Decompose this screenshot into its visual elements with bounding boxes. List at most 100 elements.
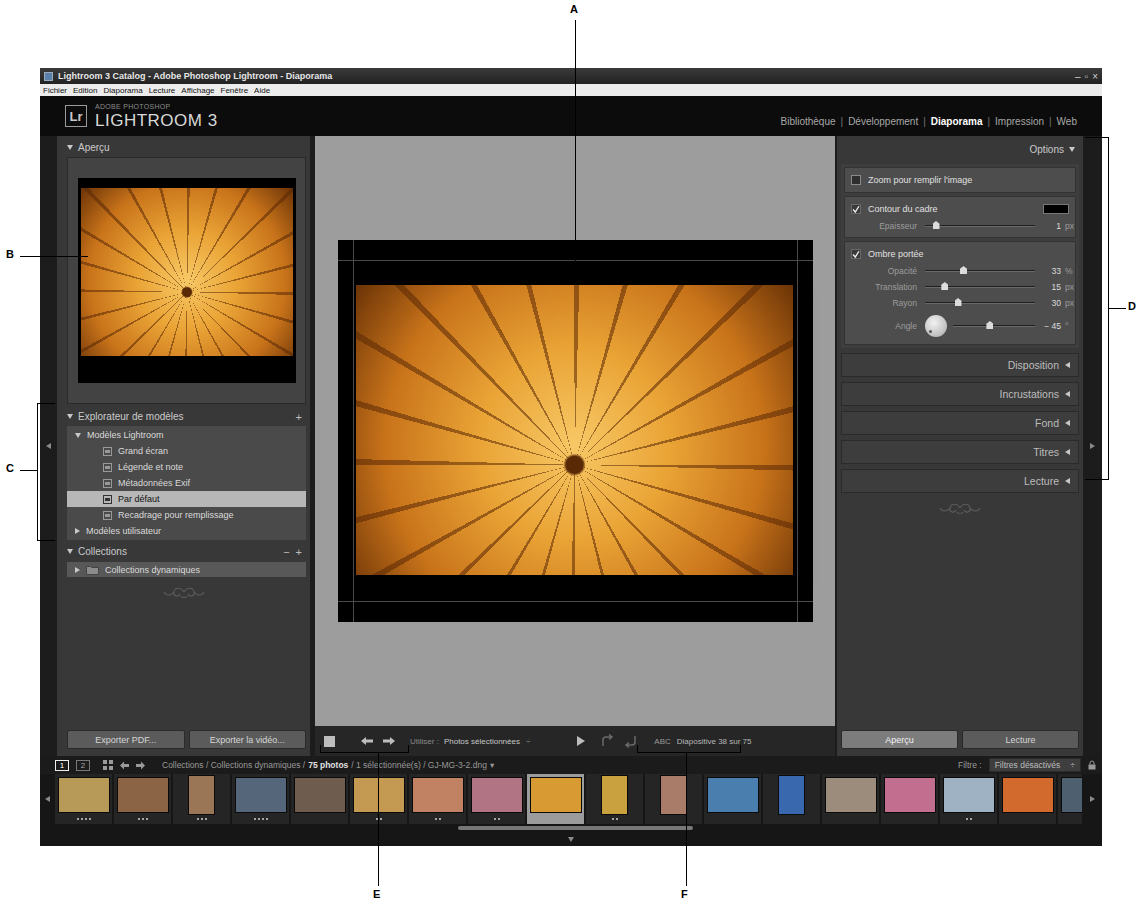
preview-header[interactable]: Aperçu <box>57 140 310 155</box>
slider-thumb[interactable] <box>933 221 940 229</box>
collapse-left-icon[interactable] <box>46 443 51 449</box>
checkbox-row[interactable]: Contour du cadre <box>851 200 1069 218</box>
menu-item[interactable]: Lecture <box>149 86 176 95</box>
thumbnail[interactable] <box>114 774 171 824</box>
template-item[interactable]: Par défaut <box>67 491 306 507</box>
slider-track[interactable] <box>925 225 1035 227</box>
thumbnail[interactable] <box>763 774 820 824</box>
menu-item[interactable]: Edition <box>73 86 97 95</box>
thumbnail[interactable] <box>940 774 997 824</box>
checkbox-row[interactable]: Ombre portée <box>851 245 1069 263</box>
add-text-button[interactable]: ABC <box>654 737 670 746</box>
thumbnail[interactable] <box>173 774 230 824</box>
menu-item[interactable]: Aide <box>254 86 270 95</box>
thumbnail[interactable] <box>55 774 112 824</box>
thumbnail[interactable] <box>645 774 702 824</box>
use-dropdown[interactable]: Photos sélectionnées÷ <box>444 737 530 746</box>
template-folder[interactable]: Modèles Lightroom <box>67 427 306 443</box>
collections-header[interactable]: Collections−+ <box>57 544 310 559</box>
collapse-right-icon[interactable] <box>1090 443 1095 449</box>
thumbnail[interactable] <box>468 774 525 824</box>
template-item[interactable]: Recadrage pour remplissage <box>67 507 306 523</box>
source-path[interactable]: Collections / Collections dynamiques /75… <box>162 760 494 770</box>
rotate-right-icon[interactable] <box>600 734 616 748</box>
color-swatch[interactable] <box>1043 204 1069 214</box>
menu-item[interactable]: Fichier <box>43 86 67 95</box>
slider-value[interactable]: 1 <box>1039 221 1061 231</box>
template-item[interactable]: Grand écran <box>67 443 306 459</box>
collapse-bottom-icon[interactable] <box>568 837 574 842</box>
section-header[interactable]: Fond <box>841 411 1079 435</box>
window-page-button[interactable]: 2 <box>76 760 90 771</box>
section-header[interactable]: Lecture <box>841 469 1079 493</box>
module-tab[interactable]: Impression <box>995 116 1044 127</box>
next-arrow-icon[interactable] <box>382 736 396 746</box>
slider-track[interactable] <box>925 286 1035 288</box>
window-control-button[interactable]: – <box>1075 71 1081 82</box>
play-icon[interactable] <box>576 735 586 747</box>
filter-dropdown[interactable]: Filtres désactivés÷ <box>989 758 1081 772</box>
module-tab[interactable]: Diaporama <box>931 116 983 127</box>
window-control-button[interactable]: ▫ <box>1085 71 1089 82</box>
slide-photo[interactable] <box>356 285 793 575</box>
thumbnail[interactable] <box>232 774 289 824</box>
angle-dial[interactable] <box>925 315 947 337</box>
window-control-button[interactable]: × <box>1092 71 1098 82</box>
checkbox[interactable] <box>851 204 861 214</box>
slider-value[interactable]: − 45 <box>1039 321 1061 331</box>
slider-thumb[interactable] <box>960 266 967 274</box>
module-tab[interactable]: Web <box>1057 116 1077 127</box>
thumbnail[interactable] <box>291 774 348 824</box>
thumbnail[interactable] <box>527 774 584 824</box>
slider-track[interactable] <box>925 302 1035 304</box>
preview-play-button[interactable]: Lecture <box>962 730 1079 749</box>
preview-play-button[interactable]: Aperçu <box>841 730 958 749</box>
stop-icon[interactable] <box>324 736 335 747</box>
rotate-left-icon[interactable] <box>622 734 638 748</box>
slider-value[interactable]: 30 <box>1039 298 1061 308</box>
thumbnail[interactable] <box>822 774 879 824</box>
section-header[interactable]: Disposition <box>841 353 1079 377</box>
template-item[interactable]: Légende et note <box>67 459 306 475</box>
section-header[interactable]: Incrustations <box>841 382 1079 406</box>
slider-thumb[interactable] <box>986 321 993 329</box>
collection-action-button[interactable]: + <box>296 546 302 558</box>
collection-set[interactable]: Collections dynamiques <box>67 562 306 577</box>
menu-item[interactable]: Diaporama <box>103 86 142 95</box>
export-button[interactable]: Exporter la vidéo... <box>189 730 307 749</box>
collection-action-button[interactable]: − <box>283 546 289 558</box>
scroll-right-icon[interactable] <box>1090 796 1095 802</box>
slider-track[interactable] <box>925 270 1035 272</box>
back-arrow-icon[interactable] <box>120 761 129 770</box>
forward-arrow-icon[interactable] <box>136 761 145 770</box>
checkbox[interactable] <box>851 249 861 259</box>
previous-arrow-icon[interactable] <box>360 736 374 746</box>
slider-value[interactable]: 15 <box>1039 282 1061 292</box>
thumbnail[interactable] <box>586 774 643 824</box>
thumbnail[interactable] <box>704 774 761 824</box>
module-tab[interactable]: Développement <box>848 116 918 127</box>
add-template-button[interactable]: + <box>296 411 302 423</box>
checkbox-row[interactable]: Zoom pour remplir l'image <box>851 171 1069 189</box>
thumbnail[interactable] <box>881 774 938 824</box>
module-tab[interactable]: Bibliothèque <box>780 116 835 127</box>
options-header[interactable]: Options <box>837 140 1083 158</box>
export-button[interactable]: Exporter PDF... <box>67 730 185 749</box>
window-page-button[interactable]: 1 <box>55 760 69 771</box>
thumbnail[interactable] <box>999 774 1056 824</box>
scrollbar-thumb[interactable] <box>458 826 693 830</box>
slider-thumb[interactable] <box>955 298 962 306</box>
scroll-left-icon[interactable] <box>45 796 50 802</box>
template-item[interactable]: Métadonnées Exif <box>67 475 306 491</box>
template-folder[interactable]: Modèles utilisateur <box>67 523 306 539</box>
menu-item[interactable]: Affichage <box>181 86 214 95</box>
thumbnail[interactable] <box>409 774 466 824</box>
thumbnail[interactable] <box>1058 774 1082 824</box>
slider-track[interactable] <box>953 325 1035 327</box>
template-browser-header[interactable]: Explorateur de modèles+ <box>57 409 310 424</box>
grid-view-icon[interactable] <box>103 760 113 770</box>
menu-item[interactable]: Fenêtre <box>221 86 249 95</box>
section-header[interactable]: Titres <box>841 440 1079 464</box>
slider-value[interactable]: 33 <box>1039 266 1061 276</box>
slider-thumb[interactable] <box>941 282 948 290</box>
